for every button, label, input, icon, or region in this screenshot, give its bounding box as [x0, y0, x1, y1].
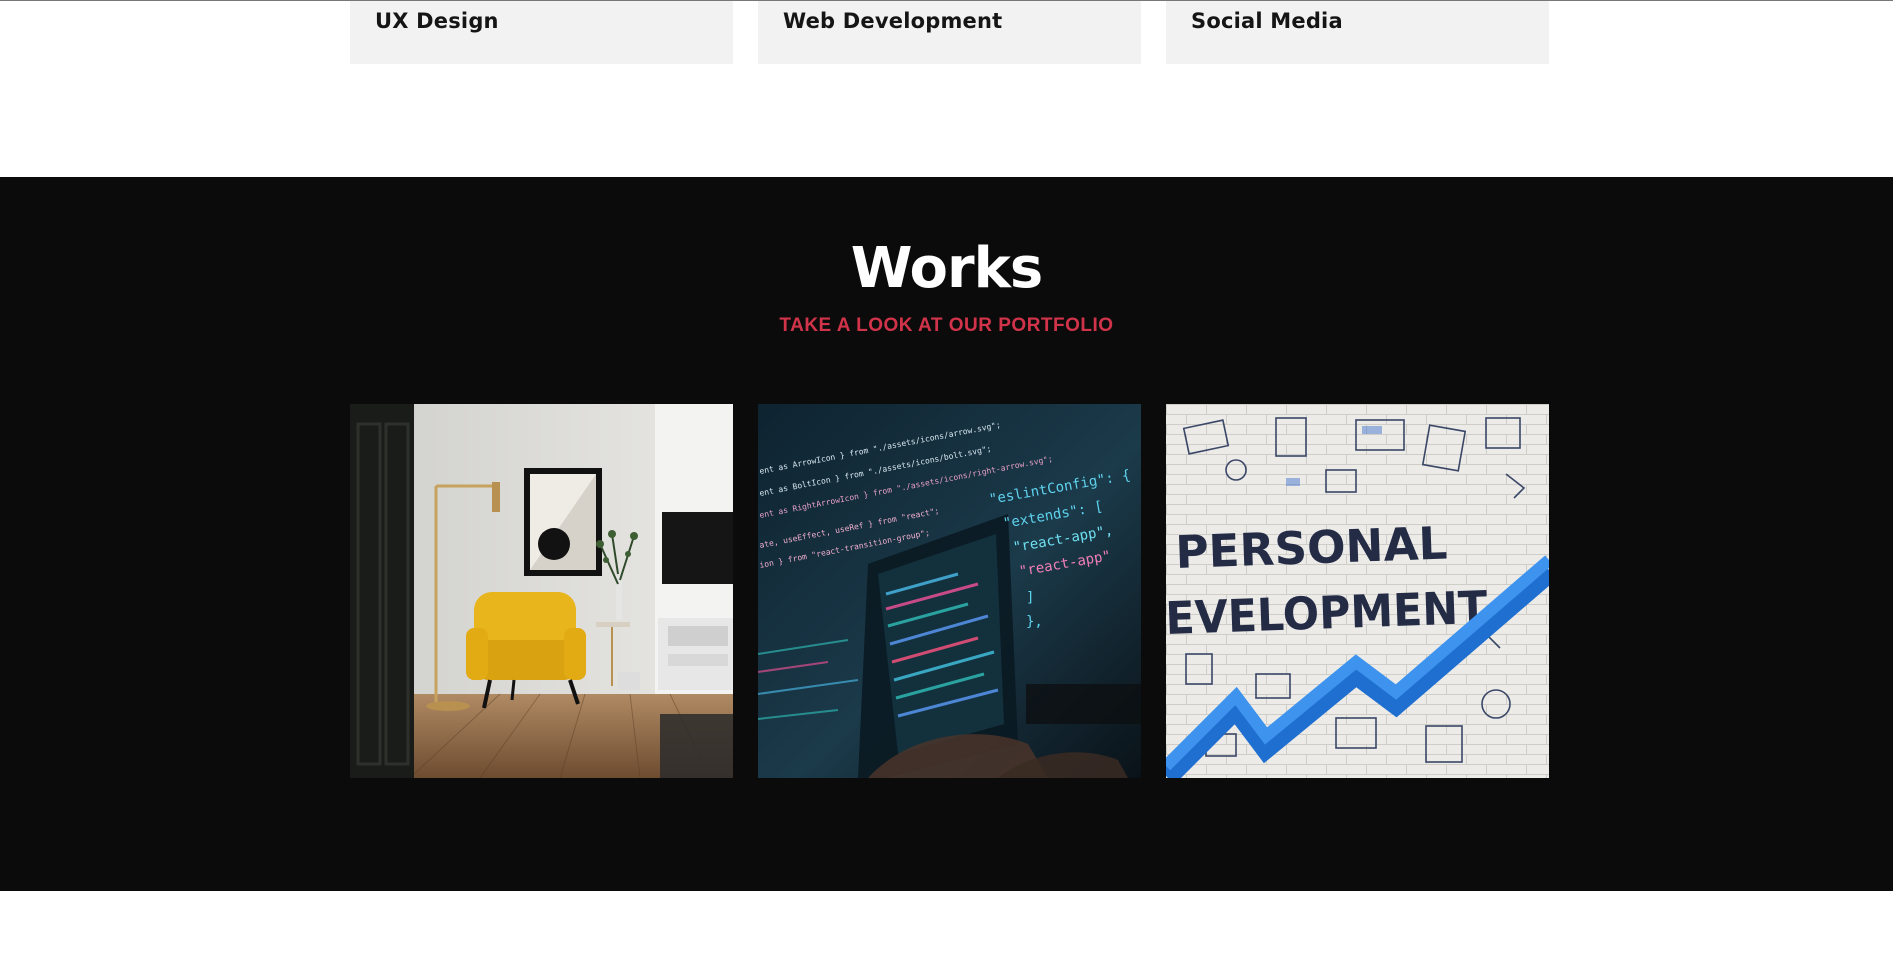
portfolio-item-code[interactable]: ent as ArrowIcon } from "./assets/icons/…	[758, 404, 1141, 778]
personal-development-image: PERSONAL EVELOPMENT	[1166, 404, 1549, 778]
service-title: Social Media	[1191, 9, 1343, 33]
interior-photo-image	[350, 404, 733, 778]
service-title: Web Development	[783, 9, 1003, 33]
works-section: Works TAKE A LOOK AT OUR PORTFOLIO ent a…	[0, 177, 1893, 891]
wall-text: PERSONAL	[1175, 517, 1449, 579]
works-title: Works	[850, 236, 1043, 301]
service-card-social-media[interactable]: Social Media	[1166, 1, 1549, 64]
code-line: ]	[1026, 590, 1034, 606]
service-title: UX Design	[375, 9, 499, 33]
wall-text: EVELOPMENT	[1166, 581, 1488, 645]
portfolio-item-personal-development[interactable]: PERSONAL EVELOPMENT	[1166, 404, 1549, 778]
portfolio-item-interior[interactable]	[350, 404, 733, 778]
service-card-web-development[interactable]: Web Development	[758, 1, 1141, 64]
code-line: },	[1026, 614, 1043, 630]
service-card-ux-design[interactable]: UX Design	[350, 1, 733, 64]
works-subtitle: TAKE A LOOK AT OUR PORTFOLIO	[779, 315, 1114, 336]
code-laptop-image: ent as ArrowIcon } from "./assets/icons/…	[758, 404, 1141, 778]
